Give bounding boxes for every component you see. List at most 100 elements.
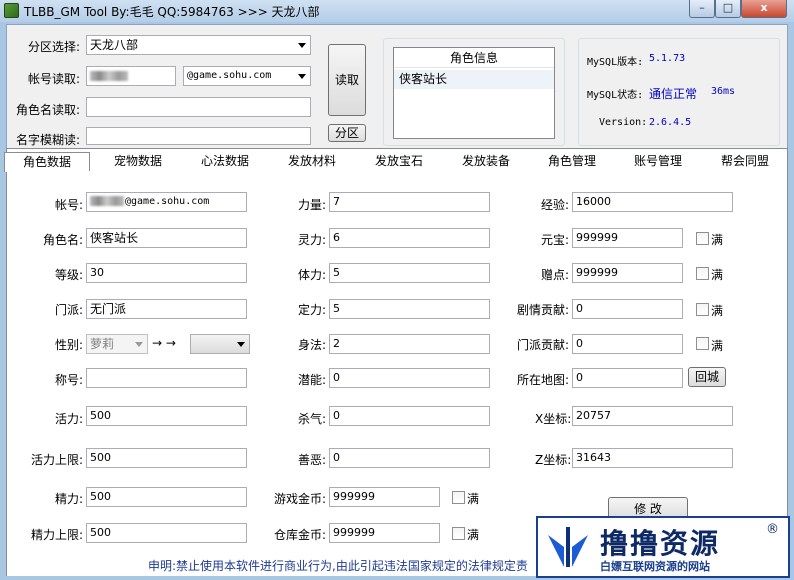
chevron-down-icon <box>135 342 143 347</box>
game-gold-full-checkbox[interactable] <box>452 491 465 504</box>
tab-issue-material[interactable]: 发放材料 <box>270 152 354 172</box>
app-icon <box>4 3 19 18</box>
mysql-status-value: 通信正常 <box>649 87 698 101</box>
bonus-points-full-label: 满 <box>711 268 724 282</box>
potential-input[interactable]: 0 <box>329 368 490 388</box>
yuanbao-full-checkbox[interactable] <box>696 232 709 245</box>
bank-gold-full-label: 满 <box>467 528 480 542</box>
bank-gold-full-checkbox[interactable] <box>452 527 465 540</box>
account-input[interactable]: @game.sohu.com <box>86 192 247 212</box>
close-button[interactable]: x <box>741 0 787 18</box>
agility-input[interactable]: 2 <box>329 334 490 354</box>
z-coord-label: Z坐标: <box>535 453 572 467</box>
redacted-text <box>90 71 128 81</box>
map-label: 所在地图: <box>517 373 570 387</box>
roleinfo-header[interactable]: 角色信息 <box>394 48 554 68</box>
watermark-registered: ® <box>766 522 779 537</box>
level-input[interactable]: 30 <box>86 263 247 283</box>
fuzzy-read-label: 名字模糊读: <box>16 133 81 147</box>
read-button[interactable]: 读取 <box>328 44 366 116</box>
energy-label: 精力: <box>55 492 84 506</box>
rolename-label: 角色名: <box>43 233 84 247</box>
game-gold-input[interactable]: 999999 <box>329 487 440 507</box>
morality-input[interactable]: 0 <box>329 448 490 468</box>
strength-label: 力量: <box>298 198 327 212</box>
nick-input[interactable] <box>86 368 247 388</box>
domain-value: @game.sohu.com <box>187 70 272 81</box>
sect-contrib-input[interactable]: 0 <box>572 334 683 354</box>
account-suffix: @game.sohu.com <box>125 196 210 207</box>
nick-label: 称号: <box>55 373 84 387</box>
killing-input[interactable]: 0 <box>329 406 490 426</box>
tab-issue-equipment[interactable]: 发放装备 <box>444 152 528 172</box>
bank-gold-input[interactable]: 999999 <box>329 523 440 543</box>
maximize-button[interactable]: □ <box>715 0 741 18</box>
roleinfo-item[interactable]: 侠客站长 <box>394 70 554 89</box>
mysql-latency: 36ms <box>711 86 736 97</box>
sect-contrib-label: 门派贡献: <box>517 338 570 352</box>
x-coord-input[interactable]: 20757 <box>572 406 733 426</box>
focus-input[interactable]: 5 <box>329 299 490 319</box>
return-city-button[interactable]: 回城 <box>688 367 726 387</box>
version-label: Version: <box>599 117 648 128</box>
gender-value: 萝莉 <box>90 337 115 351</box>
story-contrib-full-checkbox[interactable] <box>696 303 709 316</box>
region-button[interactable]: 分区 <box>328 124 366 142</box>
window-title: TLBB_GM Tool By:毛毛 QQ:5984763 >>> 天龙八部 <box>24 5 320 19</box>
sect-contrib-full-checkbox[interactable] <box>696 337 709 350</box>
account-read-input[interactable] <box>86 66 176 86</box>
x-coord-label: X坐标: <box>535 412 572 426</box>
region-value: 天龙八部 <box>90 38 139 52</box>
mysql-version-value: 5.1.73 <box>649 53 686 64</box>
chevron-down-icon <box>298 74 306 79</box>
exp-input[interactable]: 16000 <box>572 192 733 212</box>
yuanbao-full-label: 满 <box>711 233 724 247</box>
tab-issue-gem[interactable]: 发放宝石 <box>357 152 441 172</box>
vigor-input[interactable]: 500 <box>86 406 247 426</box>
minimize-button[interactable]: – <box>689 0 715 18</box>
tab-role-manage[interactable]: 角色管理 <box>530 152 614 172</box>
spirit-input[interactable]: 6 <box>329 228 490 248</box>
watermark-logo-icon <box>542 521 594 573</box>
game-gold-full-label: 满 <box>467 492 480 506</box>
constitution-label: 体力: <box>298 268 327 282</box>
bank-gold-label: 仓库金币: <box>274 528 327 542</box>
energy-max-input[interactable]: 500 <box>86 523 247 543</box>
fuzzy-read-input[interactable] <box>86 127 311 145</box>
yuanbao-input[interactable]: 999999 <box>572 228 683 248</box>
game-gold-label: 游戏金币: <box>274 492 327 506</box>
bonus-points-full-checkbox[interactable] <box>696 267 709 280</box>
constitution-input[interactable]: 5 <box>329 263 490 283</box>
mysql-status-label: MySQL状态: <box>587 90 644 101</box>
story-contrib-label: 剧情贡献: <box>517 303 570 317</box>
rolename-read-input[interactable] <box>86 97 311 117</box>
sect-input[interactable]: 无门派 <box>86 299 247 319</box>
tab-account-manage[interactable]: 账号管理 <box>616 152 700 172</box>
mysql-version-label: MySQL版本: <box>587 57 644 68</box>
story-contrib-input[interactable]: 0 <box>572 299 683 319</box>
watermark-title: 撸撸资源 <box>600 527 721 560</box>
bonus-points-input[interactable]: 999999 <box>572 263 683 283</box>
spirit-label: 灵力: <box>298 233 327 247</box>
gender-target-select[interactable] <box>190 334 250 354</box>
gender-select[interactable]: 萝莉 <box>86 334 148 354</box>
energy-input[interactable]: 500 <box>86 487 247 507</box>
potential-label: 潜能: <box>298 373 327 387</box>
bonus-points-label: 赠点: <box>541 268 570 282</box>
region-select[interactable]: 天龙八部 <box>86 35 311 55</box>
region-label: 分区选择: <box>28 40 81 54</box>
tab-role-data[interactable]: 角色数据 <box>4 152 90 172</box>
story-contrib-full-label: 满 <box>711 304 724 318</box>
strength-input[interactable]: 7 <box>329 192 490 212</box>
chevron-down-icon <box>237 342 245 347</box>
z-coord-input[interactable]: 31643 <box>572 448 733 468</box>
tab-xinfa-data[interactable]: 心法数据 <box>183 152 267 172</box>
tab-guild-alliance[interactable]: 帮会同盟 <box>703 152 787 172</box>
rolename-input[interactable]: 侠客站长 <box>86 228 247 248</box>
map-input[interactable]: 0 <box>572 368 683 388</box>
vigor-max-input[interactable]: 500 <box>86 448 247 468</box>
domain-select[interactable]: @game.sohu.com <box>183 66 311 86</box>
agility-label: 身法: <box>298 338 327 352</box>
level-label: 等级: <box>55 268 84 282</box>
tab-pet-data[interactable]: 宠物数据 <box>96 152 180 172</box>
